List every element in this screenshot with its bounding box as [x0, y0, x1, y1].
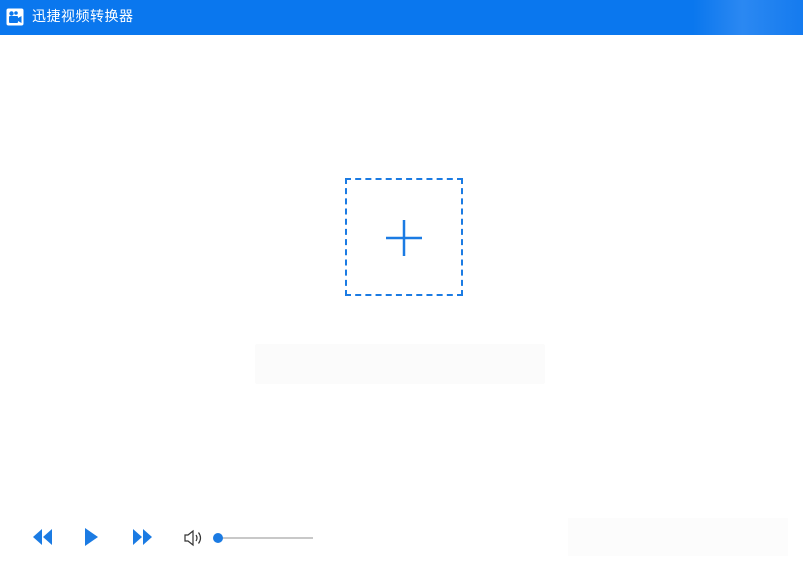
bottom-right-panel [568, 518, 788, 556]
drop-hint-area [255, 344, 545, 384]
video-converter-window: 迅捷视频转换器 [0, 0, 803, 563]
title-bar-highlight [693, 0, 803, 35]
window-title: 迅捷视频转换器 [32, 9, 134, 25]
app-logo-icon [6, 8, 24, 26]
rewind-icon[interactable] [32, 528, 54, 546]
speaker-icon[interactable] [183, 529, 205, 547]
volume-slider-handle[interactable] [213, 533, 223, 543]
add-file-button[interactable] [345, 178, 463, 296]
fast-forward-icon[interactable] [131, 528, 153, 546]
title-bar: 迅捷视频转换器 [0, 0, 803, 35]
volume-slider-track[interactable] [218, 537, 313, 539]
plus-icon [386, 220, 422, 256]
play-icon[interactable] [82, 527, 100, 547]
